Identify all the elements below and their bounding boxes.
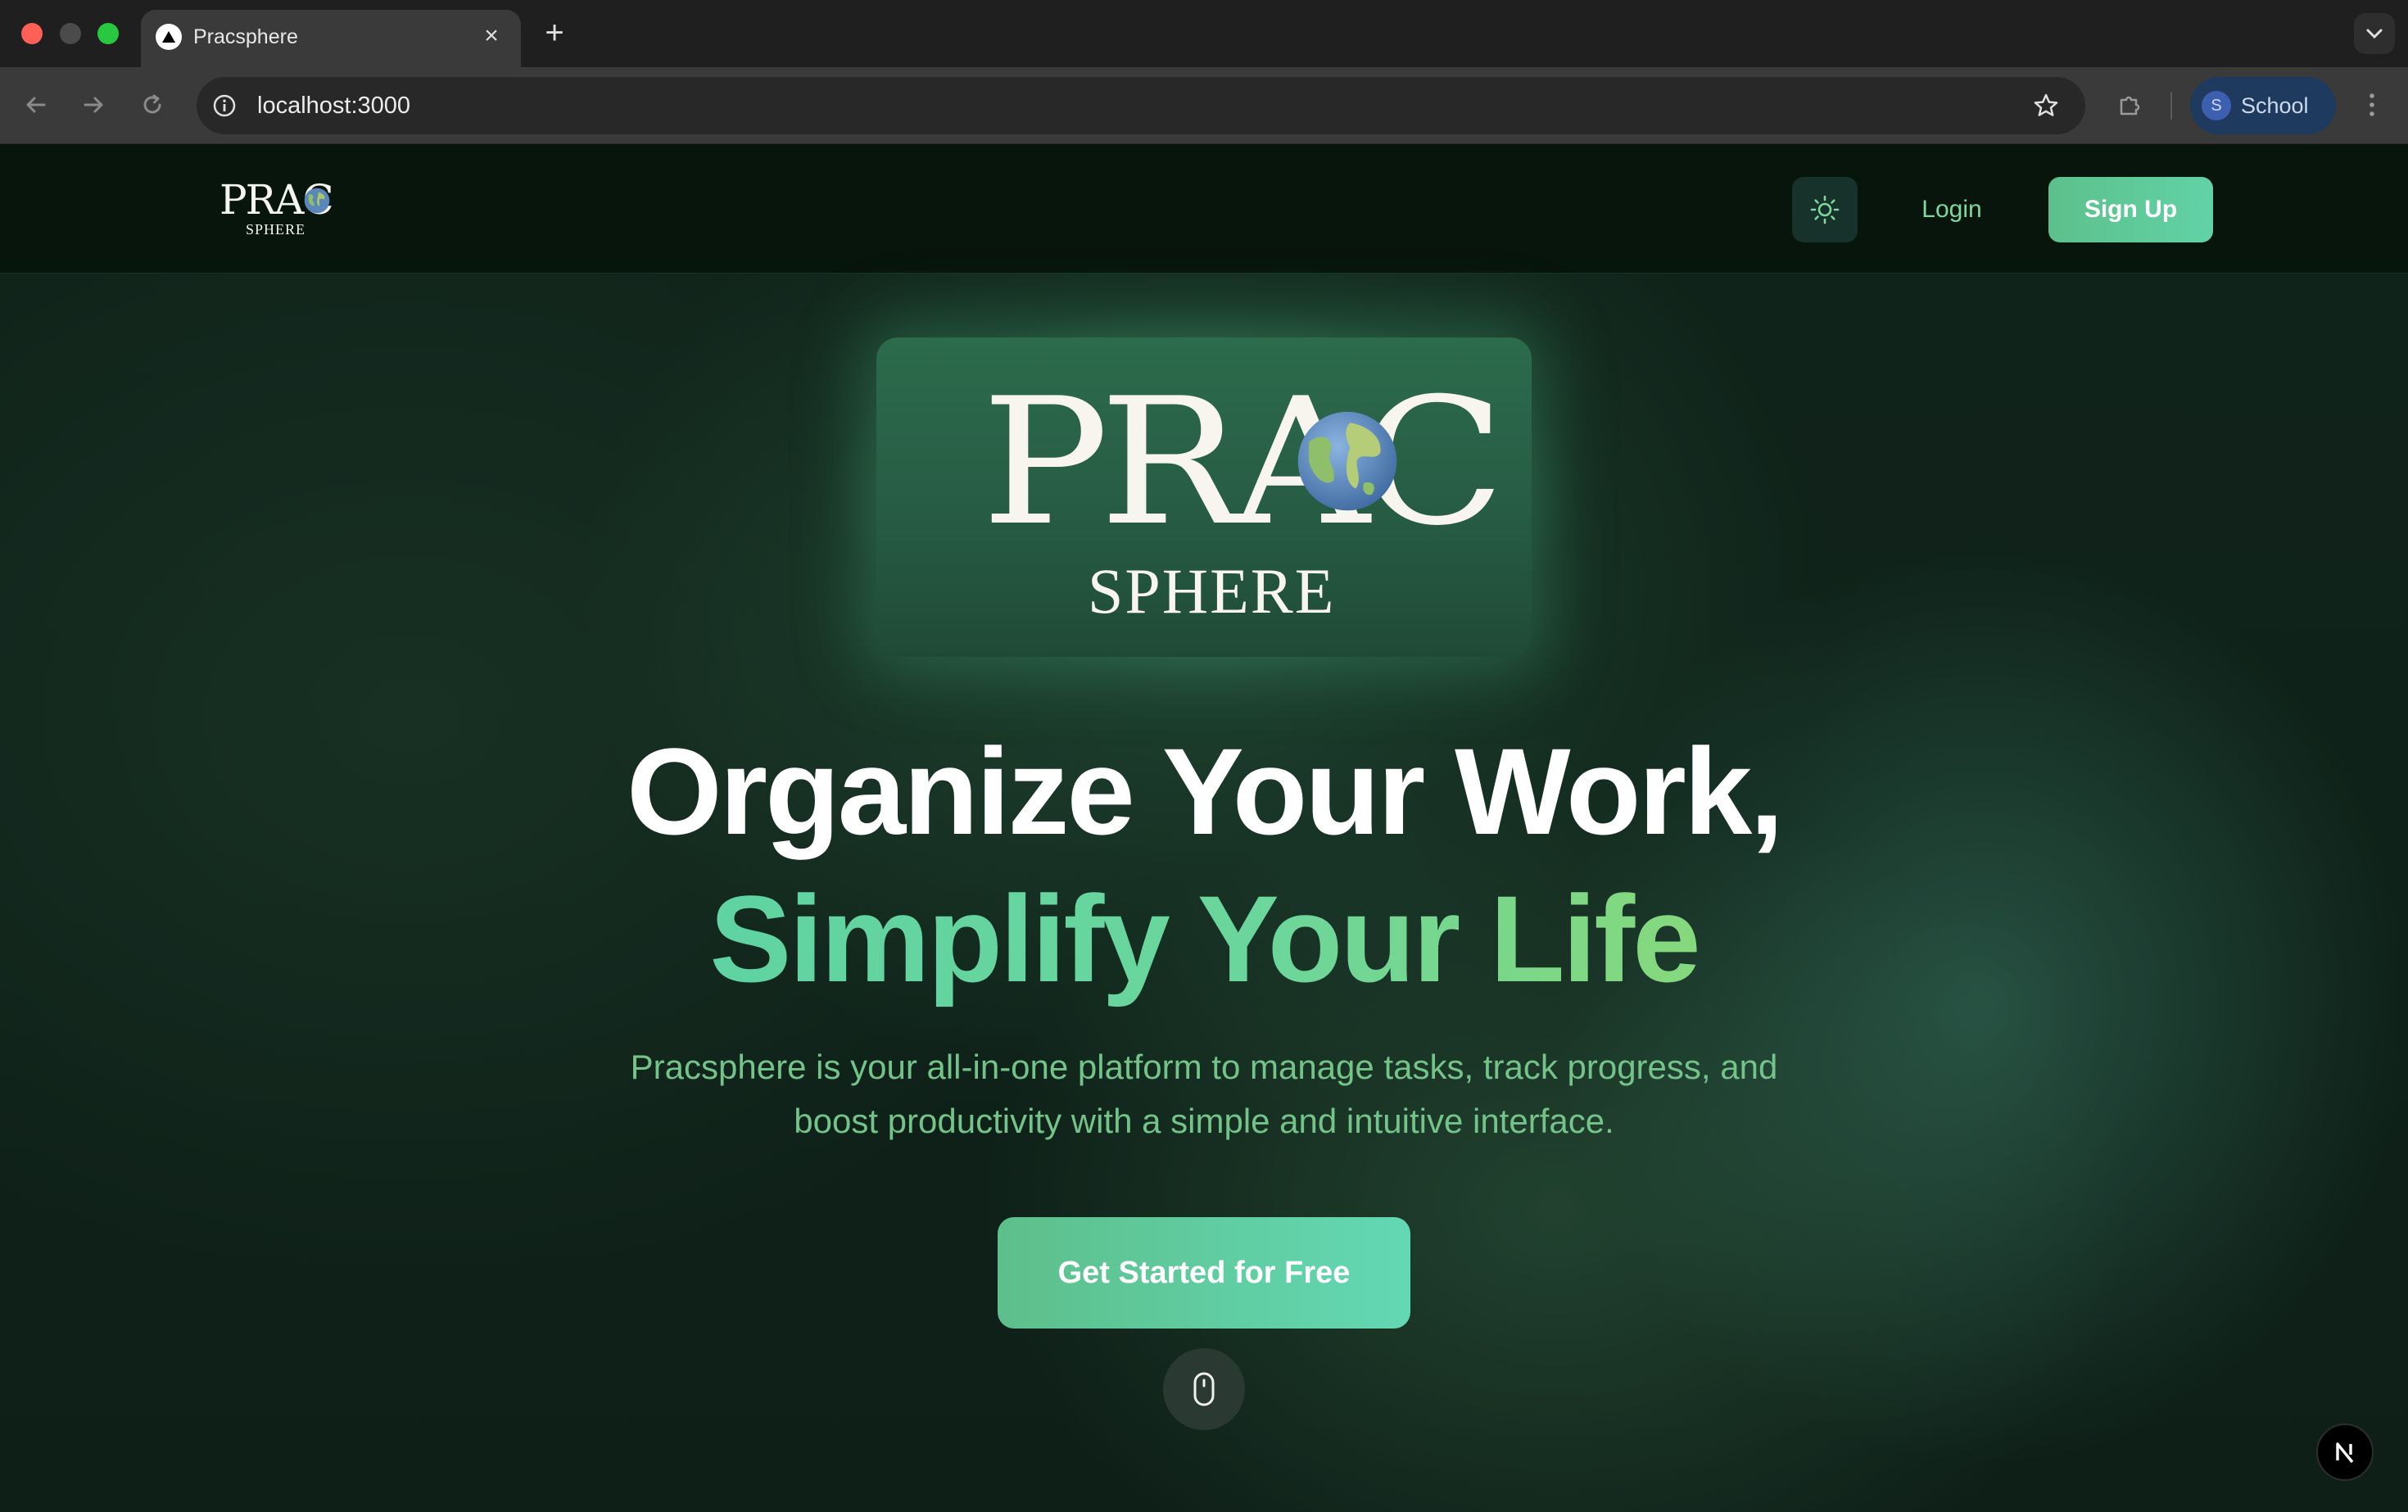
browser-tab-bar: Pracsphere × +	[0, 0, 2408, 67]
forward-button[interactable]	[74, 85, 113, 124]
tab-close-icon[interactable]: ×	[477, 21, 506, 51]
theme-toggle-button[interactable]	[1792, 177, 1858, 242]
bookmark-star-icon[interactable]	[2031, 91, 2061, 120]
puzzle-icon	[2120, 96, 2140, 115]
sun-icon	[1810, 195, 1840, 224]
hero-headline-accent: Simplify Your Life	[0, 865, 2408, 1012]
hero-logo-wordmark: PRAC	[981, 360, 1505, 564]
back-arrow-icon	[26, 97, 46, 113]
tab-search-button[interactable]	[2354, 13, 2395, 54]
toolbar-divider	[2170, 92, 2172, 120]
hero-description: Pracsphere is your all-in-one platform t…	[630, 1048, 1778, 1140]
browser-tab[interactable]: Pracsphere ×	[141, 10, 521, 67]
logo-subtext: SPHERE	[246, 221, 306, 238]
login-link[interactable]: Login	[1892, 177, 2012, 242]
site-info-icon[interactable]	[210, 91, 239, 120]
new-tab-button[interactable]: +	[536, 15, 573, 52]
hero-headline-accent-text: Simplify Your Life	[709, 870, 1700, 1007]
reload-icon	[143, 94, 161, 114]
site-header: PRAC SPHERE Login Sign Up	[0, 144, 2408, 274]
hero-logo: PRAC SPHERE	[876, 337, 1532, 657]
globe-icon	[1297, 411, 1397, 511]
url-text[interactable]: localhost:3000	[257, 77, 410, 134]
close-window-button[interactable]	[21, 23, 43, 44]
favicon-icon	[156, 24, 182, 50]
profile-button[interactable]: S School	[2190, 77, 2336, 134]
forward-arrow-icon	[84, 97, 103, 113]
nextjs-icon	[2336, 1442, 2354, 1464]
globe-icon	[304, 188, 330, 214]
chevron-down-icon	[2366, 29, 2383, 39]
extensions-button[interactable]	[2110, 85, 2149, 124]
site-logo[interactable]: PRAC SPHERE	[220, 177, 334, 239]
address-bar[interactable]: localhost:3000	[197, 77, 2085, 134]
signup-button[interactable]: Sign Up	[2048, 177, 2213, 242]
mouse-icon	[1193, 1372, 1215, 1406]
minimize-window-button[interactable]	[60, 23, 81, 44]
tab-title: Pracsphere	[193, 25, 298, 48]
hero-headline: Organize Your Work,	[627, 722, 1784, 860]
landing-page: PRAC SPHERE Login Sign Up PRAC SPHERE Or…	[0, 144, 2408, 1512]
reload-button[interactable]	[133, 85, 172, 124]
maximize-window-button[interactable]	[97, 23, 119, 44]
nextjs-dev-indicator[interactable]	[2316, 1424, 2374, 1481]
get-started-button[interactable]: Get Started for Free	[998, 1217, 1410, 1329]
profile-name: School	[2241, 93, 2309, 118]
browser-menu-button[interactable]	[2352, 85, 2392, 124]
hero-logo-subtext: SPHERE	[1088, 555, 1336, 627]
more-vertical-icon	[2370, 93, 2374, 116]
scroll-down-button[interactable]	[1163, 1348, 1245, 1430]
profile-avatar: S	[2202, 91, 2231, 120]
back-button[interactable]	[16, 85, 56, 124]
browser-toolbar: localhost:3000 S School	[0, 67, 2408, 144]
